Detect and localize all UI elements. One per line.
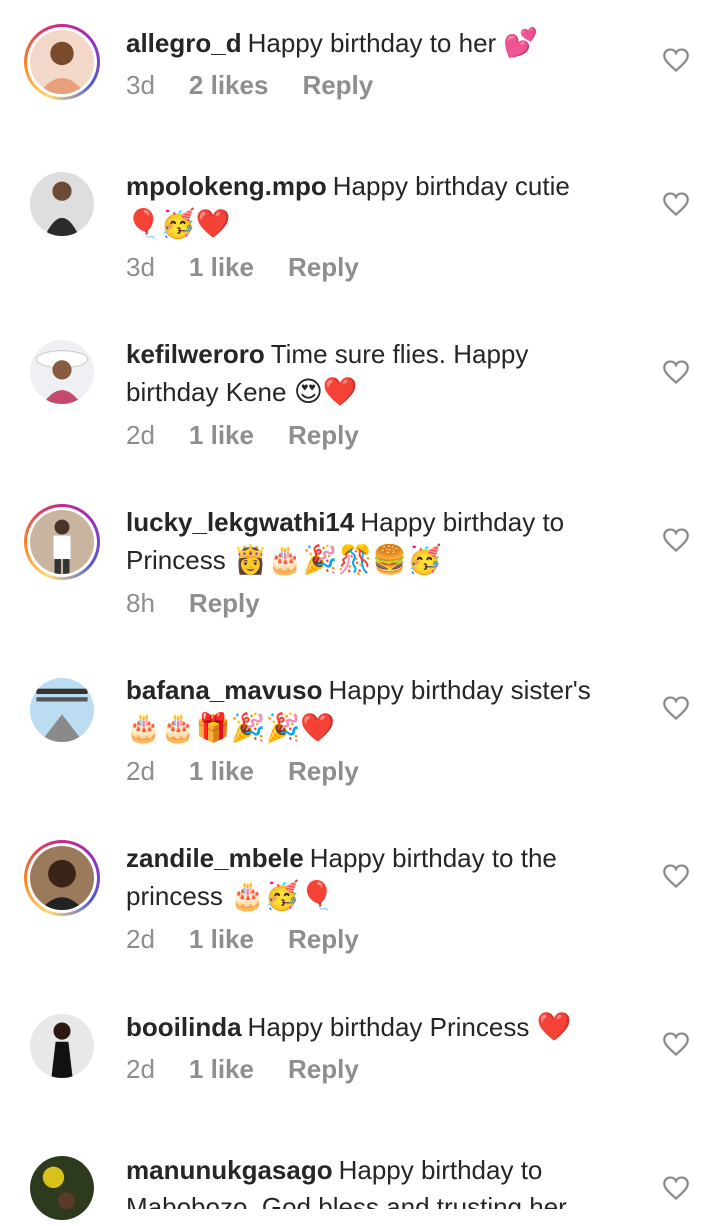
avatar[interactable]	[24, 1150, 100, 1226]
comment-username[interactable]: mpolokeng.mpo	[126, 171, 327, 201]
avatar[interactable]	[24, 334, 100, 410]
comment-likes[interactable]: 1 like	[189, 1054, 254, 1085]
heart-outline-icon[interactable]	[662, 695, 690, 721]
comment-username[interactable]: kefilweroro	[126, 339, 265, 369]
heart-outline-icon[interactable]	[662, 527, 690, 553]
avatar[interactable]	[24, 1008, 100, 1084]
comment-emoji: 🎈🥳❤️	[126, 207, 231, 240]
reply-button[interactable]: Reply	[302, 70, 373, 101]
heart-outline-icon[interactable]	[662, 863, 690, 889]
comment-emoji: 🎂🎂🎁🎉🎉❤️	[126, 711, 336, 744]
reply-button[interactable]: Reply	[288, 252, 359, 283]
comment-username[interactable]: zandile_mbele	[126, 843, 304, 873]
heart-outline-icon[interactable]	[662, 47, 690, 73]
reply-button[interactable]: Reply	[189, 588, 260, 619]
comment-username[interactable]: bafana_mavuso	[126, 675, 323, 705]
avatar[interactable]	[24, 672, 100, 748]
comment-text: Happy birthday Princess	[247, 1012, 530, 1042]
heart-outline-icon[interactable]	[662, 1175, 690, 1201]
comment-text: Happy birthday sister's	[328, 675, 591, 705]
heart-outline-icon[interactable]	[662, 1031, 690, 1057]
comment-emoji: 💕	[503, 26, 539, 59]
comment-username[interactable]: manunukgasago	[126, 1155, 333, 1185]
comment-likes[interactable]: 1 like	[189, 924, 254, 955]
reply-button[interactable]: Reply	[288, 1054, 359, 1085]
comment-likes[interactable]: 1 like	[189, 252, 254, 283]
comment-time: 3d	[126, 252, 155, 282]
comment-username[interactable]: lucky_lekgwathi14	[126, 507, 354, 537]
comment-emoji: 🎂🥳🎈	[230, 879, 335, 912]
avatar[interactable]	[24, 24, 100, 100]
comment-time: 2d	[126, 756, 155, 786]
comment-likes[interactable]: 1 like	[189, 756, 254, 787]
comment-time: 2d	[126, 420, 155, 450]
avatar[interactable]	[24, 166, 100, 242]
heart-outline-icon[interactable]	[662, 191, 690, 217]
comment-likes[interactable]: 2 likes	[189, 70, 269, 101]
avatar[interactable]	[24, 840, 100, 916]
comment-emoji: 😍❤️	[293, 375, 358, 408]
heart-outline-icon[interactable]	[662, 359, 690, 385]
comment-time: 8h	[126, 588, 155, 618]
comment-time: 2d	[126, 1054, 155, 1084]
comments-list: allegro_d Happy birthday to her 💕 3d 2 li…	[0, 0, 720, 1220]
comment-emoji: ❤️	[536, 1010, 572, 1043]
comment-text: Happy birthday to her	[247, 28, 497, 58]
reply-button[interactable]: Reply	[288, 756, 359, 787]
comment-emoji: 👸🎂🎉🎊🍔🥳	[232, 543, 443, 576]
comment-username[interactable]: booilinda	[126, 1012, 242, 1042]
comment-time: 2d	[126, 924, 155, 954]
comment-time: 3d	[126, 70, 155, 100]
reply-button[interactable]: Reply	[288, 420, 359, 451]
avatar[interactable]	[24, 504, 100, 580]
comment-likes[interactable]: 1 like	[189, 420, 254, 451]
reply-button[interactable]: Reply	[288, 924, 359, 955]
comment-username[interactable]: allegro_d	[126, 28, 242, 58]
comment-text: Happy birthday cutie	[332, 171, 570, 201]
